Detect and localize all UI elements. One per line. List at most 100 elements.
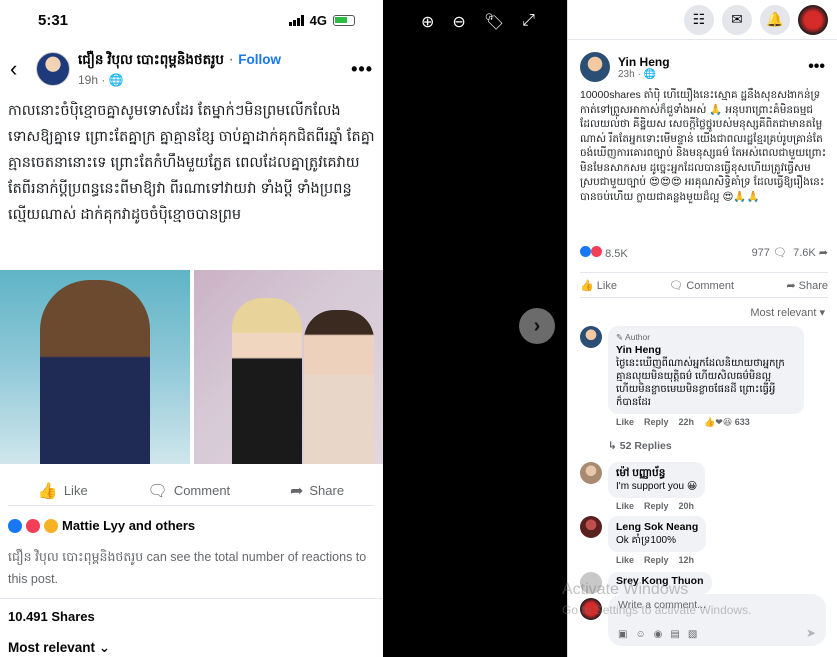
comment-item: Leng Sok Neang Ok គាំទ្រ100% Like Reply … <box>580 516 707 565</box>
sticker-icon[interactable]: ▣ <box>618 629 627 640</box>
panel-more-options-icon[interactable]: ••• <box>808 58 825 76</box>
follow-button[interactable]: Follow <box>238 52 281 67</box>
share-label: Share <box>798 279 828 292</box>
replies-count: 52 Replies <box>619 440 672 452</box>
photo-right-subject-2 <box>303 310 374 464</box>
comment-avatar[interactable] <box>580 326 602 348</box>
reactions-notice: ជឿន វិបុល បោះពុម្ពនិងថតរូប can see the t… <box>8 550 367 586</box>
fullscreen-icon[interactable]: ⤢ <box>522 12 535 32</box>
panel-post-actions: 👍 Like 🗨 Comment ➦ Share <box>580 272 828 298</box>
back-arrow-icon[interactable]: ‹ <box>10 56 36 82</box>
tag-icon[interactable]: 🏷 <box>484 12 504 32</box>
status-time: 5:31 <box>38 11 69 29</box>
screen: 5:31 4G ‹ ជឿន វិបុល បោះពុម្ពនិងថតរូប · F… <box>0 0 837 657</box>
phone-screenshot: 5:31 4G ‹ ជឿន វិបុល បោះពុម្ពនិងថតរូប · F… <box>0 0 383 657</box>
share-icon: ➦ <box>818 247 828 259</box>
comment-bubble: Srey Kong Thuon <box>608 572 712 594</box>
network-label: 4G <box>309 12 327 28</box>
photo-viewer: ⊕ ⊖ 🏷 ⤢ › <box>383 0 567 657</box>
comment-time: 20h <box>678 501 695 511</box>
post-header: ‹ ជឿន វិបុល បោះពុម្ពនិងថតរូប · Follow 19… <box>10 51 373 87</box>
share-button[interactable]: ➦ Share <box>290 481 344 501</box>
write-comment-input[interactable]: Write a comment... ▣ ☺ ◉ ▤ ▧ ➤ <box>608 594 826 646</box>
post-photos[interactable] <box>0 270 383 464</box>
like-button[interactable]: 👍 Like <box>38 481 88 501</box>
my-avatar <box>580 598 602 620</box>
photo-left-subject <box>40 280 150 464</box>
next-photo-button[interactable]: › <box>519 308 555 344</box>
comment-reactions[interactable]: 👍❤😆 633 <box>704 417 750 428</box>
panel-reactions[interactable]: 8.5K <box>580 246 628 260</box>
viewer-toolbar: ⊕ ⊖ 🏷 ⤢ <box>421 12 535 32</box>
panel-author-avatar[interactable] <box>580 52 610 82</box>
panel-like-button[interactable]: 👍 Like <box>580 279 617 292</box>
reply-arrow-icon: ↳ <box>608 440 617 452</box>
sort-comments-button[interactable]: Most relevant ⌄ <box>8 640 110 656</box>
thumbs-up-icon: 👍 <box>37 482 58 500</box>
author-tag: Author <box>625 332 651 342</box>
panel-comment-count[interactable]: 977 <box>752 247 770 259</box>
menu-grid-icon[interactable]: ☷ <box>684 4 714 35</box>
comment-like[interactable]: Like <box>616 501 634 511</box>
comment-avatar[interactable] <box>580 572 602 594</box>
comment-reaction-count: 633 <box>734 417 750 427</box>
send-icon[interactable]: ➤ <box>806 626 816 640</box>
comment-like[interactable]: Like <box>616 417 634 428</box>
comment-time: 22h <box>678 417 695 427</box>
comment-reply[interactable]: Reply <box>644 501 669 511</box>
comment-like[interactable]: Like <box>616 555 634 565</box>
notifications-icon[interactable]: 🔔 <box>760 4 790 35</box>
emoji-icon[interactable]: ☺ <box>635 629 645 640</box>
zoom-in-icon[interactable]: ⊕ <box>421 12 434 32</box>
signal-icon <box>288 14 304 26</box>
comment-text: ថ្ងៃនេះឃើញពីណាស់អ្នកដែលនិយាយថាអ្នកក្រគ្ម… <box>616 358 785 408</box>
chevron-right-icon: › <box>533 314 541 337</box>
comment-author[interactable]: ម៉ៅ បញ្ញាប័ន្ធ <box>616 467 697 480</box>
photo-right[interactable] <box>193 270 383 464</box>
comment-bubble: Leng Sok Neang Ok គាំទ្រ100% <box>608 516 707 552</box>
view-replies-link[interactable]: ↳ 52 Replies <box>608 440 672 452</box>
avatar-sticker-icon[interactable]: ▧ <box>688 629 697 640</box>
sad-reaction-icon <box>44 518 58 533</box>
gif-icon[interactable]: ▤ <box>670 629 679 640</box>
reactions-summary[interactable]: Mattie Lyy and others <box>8 518 195 533</box>
share-label: Share <box>309 483 345 498</box>
share-icon: ➦ <box>786 279 796 292</box>
comment-meta: Like Reply 22h 👍❤😆 633 <box>608 417 804 428</box>
comment-text: Ok គាំទ្រ100% <box>616 535 676 546</box>
comment-meta: Like Reply 20h <box>608 501 705 511</box>
status-bar: 5:31 4G <box>0 0 383 40</box>
more-options-icon[interactable]: ••• <box>351 59 373 80</box>
author-avatar[interactable] <box>36 52 70 86</box>
panel-author-name[interactable]: Yin Heng <box>618 55 670 69</box>
reactions-text: Mattie Lyy and others <box>62 518 196 533</box>
profile-avatar[interactable] <box>798 4 828 35</box>
comment-author[interactable]: Leng Sok Neang <box>616 521 698 534</box>
camera-icon[interactable]: ◉ <box>654 629 663 640</box>
post-detail-panel: ☷ ✉ 🔔 Yin Heng 23h · 🌐 ••• 10000shares ត… <box>567 0 837 657</box>
photo-left[interactable] <box>0 270 190 464</box>
zoom-out-icon[interactable]: ⊖ <box>452 12 465 32</box>
like-reaction-icon <box>580 246 591 257</box>
panel-share-button[interactable]: ➦ Share <box>786 279 828 292</box>
comment-reply[interactable]: Reply <box>644 555 669 565</box>
panel-comment-button[interactable]: 🗨 Comment <box>669 279 734 292</box>
comment-author[interactable]: Yin Heng <box>616 344 796 357</box>
comment-bubble: ✎ Author Yin Heng ថ្ងៃនេះឃើញពីណាស់អ្នកដែ… <box>608 326 804 414</box>
panel-sort-comments[interactable]: Most relevant ▾ <box>750 306 825 319</box>
comment-avatar[interactable] <box>580 462 602 484</box>
comment-button[interactable]: 🗨 Comment <box>148 481 231 501</box>
like-reaction-icon <box>8 518 22 533</box>
panel-share-count[interactable]: 7.6K <box>793 247 816 259</box>
battery-icon <box>333 14 355 26</box>
messenger-icon[interactable]: ✉ <box>722 4 752 35</box>
author-name[interactable]: ជឿន វិបុល បោះពុម្ពនិងថតរូប <box>78 52 224 67</box>
comment-author[interactable]: Srey Kong Thuon <box>616 575 704 588</box>
panel-post-time[interactable]: 23h · 🌐 <box>618 69 670 80</box>
share-icon: ➦ <box>289 482 304 500</box>
author-badge-icon: ✎ <box>616 332 624 342</box>
shares-count[interactable]: 10.491 Shares <box>0 598 383 624</box>
comment-avatar[interactable] <box>580 516 602 538</box>
panel-post-text: 10000shares តាំបុិ ហើយឿងនេះស្មោគ ដ្ឋនឹងស… <box>580 89 827 203</box>
comment-reply[interactable]: Reply <box>644 417 669 428</box>
